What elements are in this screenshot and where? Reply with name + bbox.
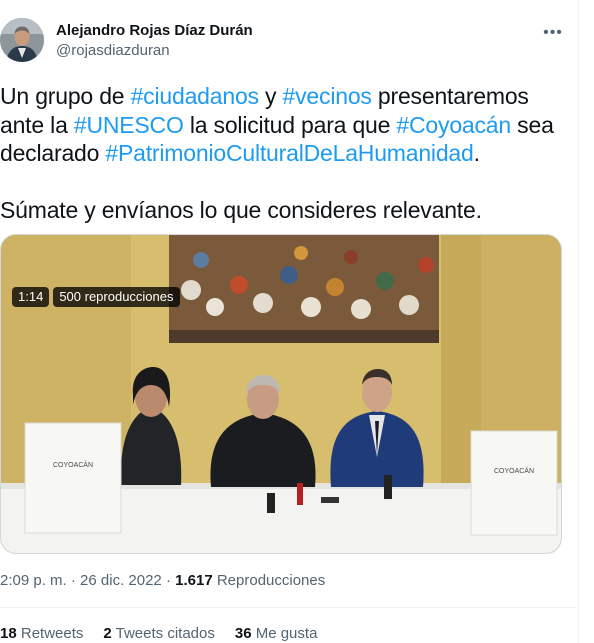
likes-stat[interactable]: 36 Me gusta bbox=[235, 625, 318, 642]
tweet-stats: 18 Retweets 2 Tweets citados 36 Me gusta bbox=[0, 625, 317, 642]
video-thumbnail: COYOACÁN COYOACÁN bbox=[1, 235, 561, 553]
author-handle[interactable]: @rojasdiazduran bbox=[56, 42, 170, 59]
views-label: Reproducciones bbox=[212, 572, 326, 589]
more-options-button[interactable]: ••• bbox=[536, 18, 570, 48]
author-name[interactable]: Alejandro Rojas Díaz Durán bbox=[56, 22, 253, 39]
video-duration: 1:14 bbox=[12, 287, 50, 307]
likes-label: Me gusta bbox=[251, 625, 318, 642]
divider bbox=[0, 607, 576, 608]
tweet-text-segment: y bbox=[258, 83, 283, 109]
hashtag-link[interactable]: #ciudadanos bbox=[131, 83, 259, 109]
tweet-time[interactable]: 2:09 p. m. bbox=[0, 572, 67, 589]
tweet-text: Un grupo de #ciudadanos y #vecinos prese… bbox=[0, 82, 576, 225]
tweet-date[interactable]: 26 dic. 2022 bbox=[80, 572, 162, 589]
meta-separator: · bbox=[66, 572, 81, 589]
tweet-header: Alejandro Rojas Díaz Durán @rojasdiazdur… bbox=[0, 14, 578, 66]
more-horizontal-icon: ••• bbox=[543, 24, 563, 41]
retweets-label: Retweets bbox=[16, 625, 84, 642]
views-count: 1.617 bbox=[175, 572, 213, 589]
hashtag-link[interactable]: #PatrimonioCulturalDeLaHumanidad bbox=[105, 140, 473, 166]
book-right-title: COYOACÁN bbox=[494, 466, 534, 475]
quotes-label: Tweets citados bbox=[111, 625, 215, 642]
hashtag-link[interactable]: #Coyoacán bbox=[396, 112, 511, 138]
column-border bbox=[578, 0, 579, 643]
avatar-photo bbox=[0, 18, 44, 62]
quotes-stat[interactable]: 2 Tweets citados bbox=[103, 625, 214, 642]
video-player[interactable]: COYOACÁN COYOACÁN bbox=[0, 234, 562, 554]
meta-separator-2: · bbox=[161, 572, 176, 589]
tweet-text-segment: la solicitud para que bbox=[183, 111, 397, 138]
video-views-badge: 500 reproducciones bbox=[53, 287, 180, 307]
video-badges: 1:14 500 reproducciones bbox=[12, 287, 180, 307]
retweets-stat[interactable]: 18 Retweets bbox=[0, 625, 83, 642]
hashtag-link[interactable]: #UNESCO bbox=[74, 112, 184, 138]
likes-count: 36 bbox=[234, 625, 252, 642]
book-left-title: COYOACÁN bbox=[53, 460, 93, 469]
avatar[interactable] bbox=[0, 18, 44, 62]
tweet-meta: 2:09 p. m. · 26 dic. 2022 · 1.617 Reprod… bbox=[0, 572, 325, 589]
retweets-count: 18 bbox=[0, 625, 17, 642]
tweet-text-segment: Un grupo de bbox=[0, 83, 131, 109]
hashtag-link[interactable]: #vecinos bbox=[283, 83, 372, 109]
quotes-count: 2 bbox=[103, 625, 112, 642]
